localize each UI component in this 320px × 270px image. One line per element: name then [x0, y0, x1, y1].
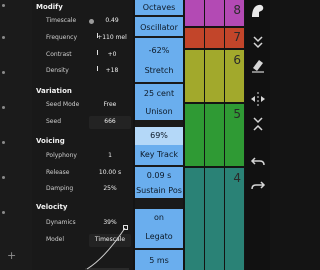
- left-gutter: +: [0, 0, 33, 270]
- param-label: Dynamics: [46, 219, 76, 226]
- param-label: Release: [46, 169, 70, 176]
- param-row-polyphony[interactable]: Polyphony 1: [32, 149, 133, 165]
- param-label: Octaves: [142, 3, 176, 12]
- parameter-column: Octaves Oscillator -62% Stretch 25 cent …: [135, 0, 183, 270]
- right-toolbar: [245, 0, 270, 270]
- param-row-frequency[interactable]: Frequency +110 mel: [32, 31, 133, 47]
- pad-green[interactable]: [185, 104, 204, 166]
- gutter-dot: [2, 106, 5, 109]
- param-value: 25%: [103, 185, 117, 192]
- section-header-modify: Modify: [36, 3, 63, 11]
- param-label: Seed: [46, 118, 61, 125]
- param-key-track[interactable]: Key Track: [135, 145, 183, 165]
- pad-red[interactable]: [185, 28, 204, 48]
- param-label: Density: [46, 67, 69, 74]
- param-label: Legato: [145, 232, 173, 241]
- gutter-dot: [2, 176, 5, 179]
- param-oscillator[interactable]: Oscillator: [135, 17, 183, 36]
- param-stretch[interactable]: -62% Stretch: [135, 38, 183, 82]
- gutter-dot: [2, 141, 5, 144]
- param-octaves[interactable]: Octaves: [135, 0, 183, 15]
- add-icon[interactable]: +: [7, 250, 16, 261]
- param-label: Sustain Pos: [136, 186, 182, 195]
- param-row-damping[interactable]: Damping 25%: [32, 182, 133, 198]
- param-value: on: [154, 213, 164, 222]
- pad-number: 8: [233, 3, 241, 17]
- pad-7[interactable]: 7: [225, 28, 244, 48]
- pad-magenta[interactable]: [185, 0, 204, 26]
- pad-8[interactable]: 8: [225, 0, 244, 26]
- pad-number: 5: [233, 107, 241, 121]
- pad-number: 4: [233, 171, 241, 185]
- pad-olive[interactable]: [185, 50, 204, 102]
- param-label: Frequency: [46, 34, 77, 41]
- collapse-icon[interactable]: [249, 33, 267, 51]
- app-logo-icon[interactable]: [249, 2, 267, 20]
- gutter-dot: [2, 4, 5, 7]
- param-sustain-pos[interactable]: 0.09 s Sustain Pos: [135, 167, 183, 198]
- param-row-density[interactable]: Density +18: [32, 64, 133, 80]
- pad-number: 6: [233, 53, 241, 67]
- param-value: 10.00 s: [98, 169, 122, 176]
- param-label: Key Track: [140, 150, 178, 159]
- split-icon[interactable]: [249, 90, 267, 108]
- param-label: Unison: [145, 107, 173, 116]
- pad-4[interactable]: 4: [225, 168, 244, 270]
- param-label: Seed Mode: [46, 101, 80, 108]
- velocity-curve-graph[interactable]: [85, 224, 129, 270]
- param-value: 1: [108, 152, 112, 159]
- param-unison[interactable]: 25 cent Unison: [135, 84, 183, 120]
- param-label: Model: [46, 236, 65, 243]
- pad-teal[interactable]: [205, 168, 224, 270]
- gutter-dot: [2, 36, 5, 39]
- param-value: 0.09 s: [146, 171, 172, 180]
- section-header-variation: Variation: [36, 87, 72, 95]
- pad-number: 7: [233, 30, 241, 44]
- param-value: 0.49: [105, 17, 119, 24]
- pad-6[interactable]: 6: [225, 50, 244, 102]
- pad-olive[interactable]: [205, 50, 224, 102]
- param-legato[interactable]: on Legato: [135, 209, 183, 248]
- section-header-velocity: Velocity: [36, 203, 68, 211]
- param-row-seed[interactable]: Seed 666: [32, 115, 133, 131]
- param-row-contrast[interactable]: Contrast +0: [32, 48, 133, 64]
- param-label: Oscillator: [140, 23, 178, 32]
- gutter-dot: [2, 211, 5, 214]
- parameter-panel: Modify Timescale 0.49 Frequency +110 mel…: [32, 0, 133, 270]
- pad-5[interactable]: 5: [225, 104, 244, 166]
- gutter-dot: [2, 71, 5, 74]
- param-label: Contrast: [46, 51, 72, 58]
- param-value: 69%: [150, 131, 168, 140]
- param-value: Free: [103, 101, 117, 108]
- param-row-release[interactable]: Release 10.00 s: [32, 166, 133, 182]
- param-value: -62%: [148, 46, 170, 55]
- compress-icon[interactable]: [249, 115, 267, 133]
- pad-magenta[interactable]: [205, 0, 224, 26]
- param-label: Polyphony: [46, 152, 77, 159]
- param-key-track-value[interactable]: 69%: [135, 127, 183, 145]
- param-value: +0: [107, 51, 117, 58]
- param-row-timescale[interactable]: Timescale 0.49: [32, 14, 133, 30]
- param-label: Damping: [46, 185, 74, 192]
- velocity-curve: [86, 227, 126, 270]
- pad-teal[interactable]: [185, 168, 204, 270]
- pad-red[interactable]: [205, 28, 224, 48]
- pad-green[interactable]: [205, 104, 224, 166]
- param-row-seed-mode[interactable]: Seed Mode Free: [32, 98, 133, 114]
- redo-icon[interactable]: [249, 176, 267, 194]
- param-value: 5 ms: [149, 256, 169, 265]
- param-label: Stretch: [144, 66, 174, 75]
- section-header-voicing: Voicing: [36, 137, 65, 145]
- param-value: +18: [105, 67, 119, 74]
- param-label: Timescale: [46, 17, 77, 24]
- param-time[interactable]: 5 ms: [135, 250, 183, 270]
- undo-icon[interactable]: [249, 152, 267, 170]
- param-value: 25 cent: [143, 89, 175, 98]
- param-value: +110 mel: [97, 34, 127, 41]
- instrument-editor: + Modify Timescale 0.49 Frequency +110 m…: [0, 0, 270, 270]
- param-value: 666: [104, 118, 116, 125]
- erase-icon[interactable]: [249, 56, 267, 74]
